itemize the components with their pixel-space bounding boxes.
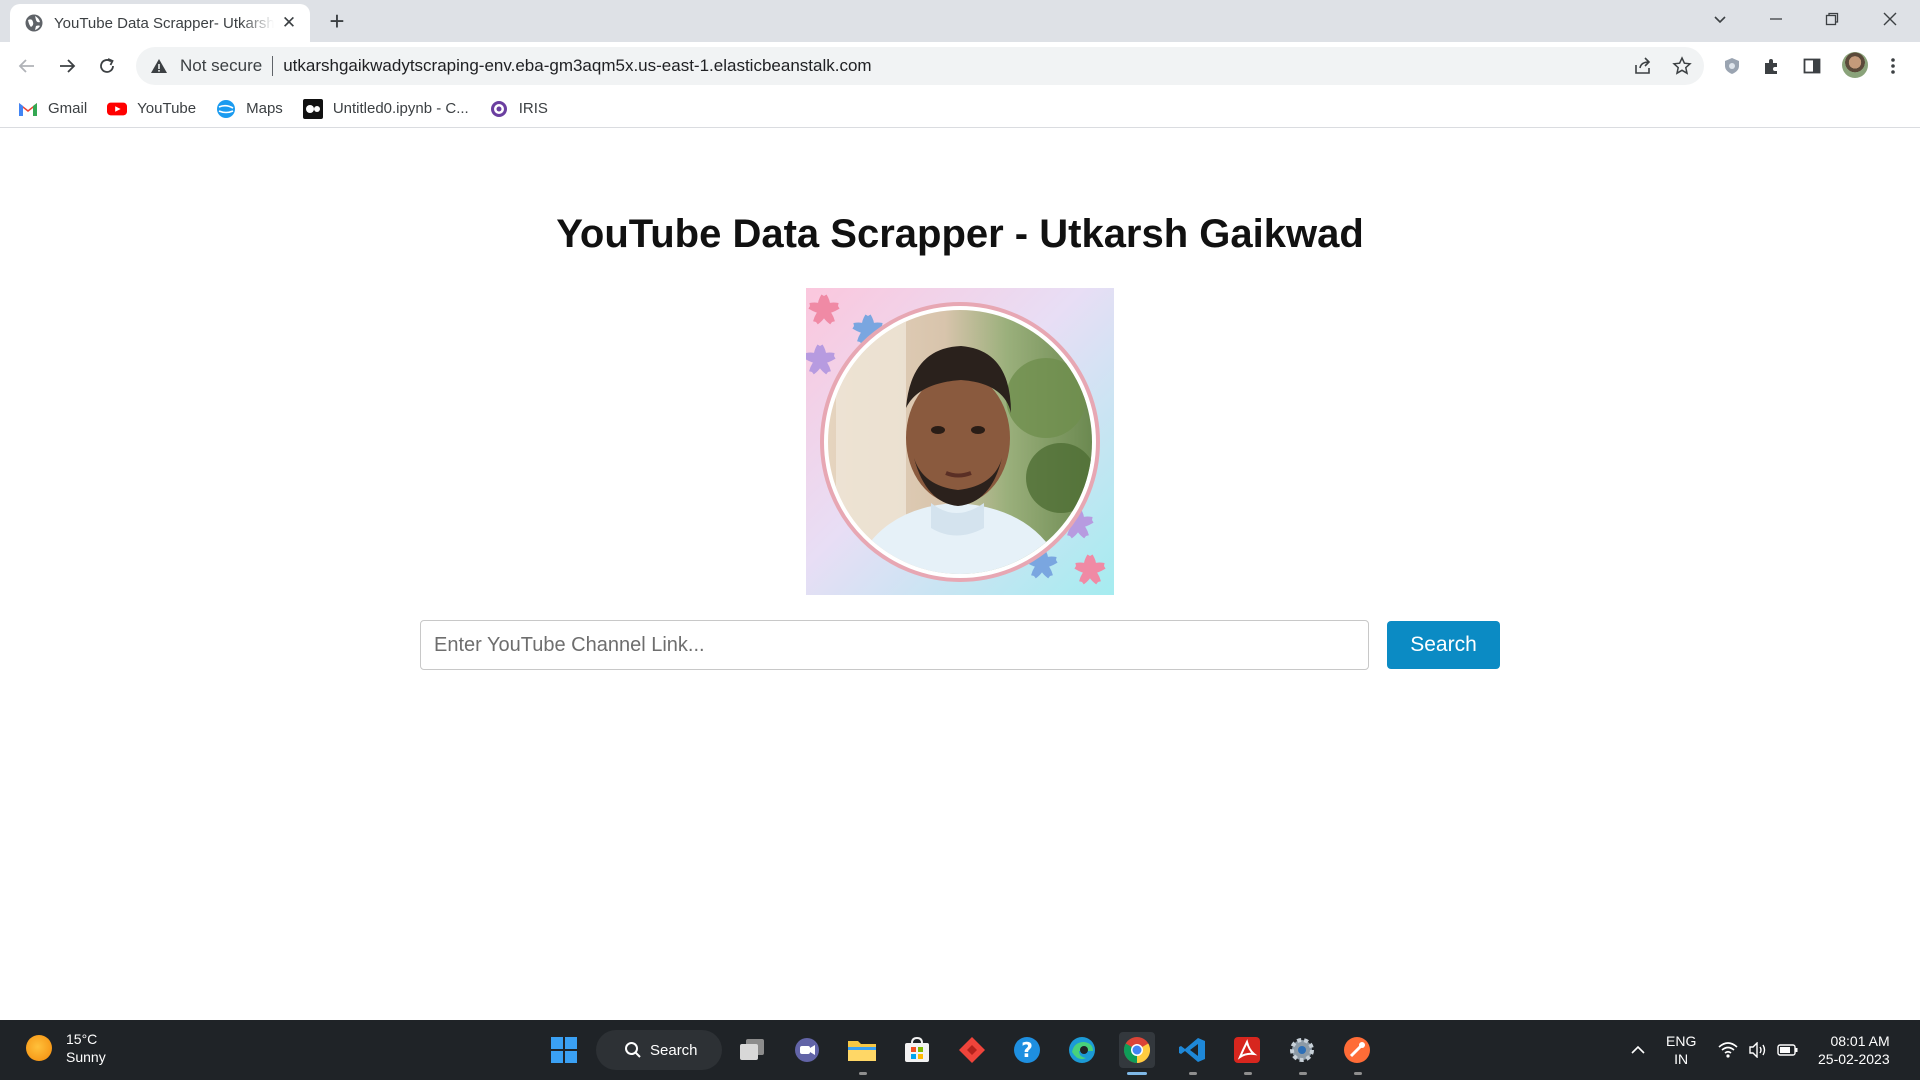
language-indicator[interactable]: ENG IN <box>1666 1032 1696 1068</box>
wifi-icon[interactable] <box>1716 1032 1740 1068</box>
running-indicator <box>1244 1072 1252 1075</box>
channel-link-input[interactable] <box>420 620 1369 670</box>
tab-strip: YouTube Data Scrapper- Utkarsh Gaikwad ✕… <box>0 0 1920 42</box>
browser-tab[interactable]: YouTube Data Scrapper- Utkarsh Gaikwad ✕ <box>10 4 310 42</box>
taskbar-search-label: Search <box>650 1041 698 1059</box>
sun-icon <box>26 1035 52 1061</box>
new-tab-icon[interactable]: + <box>323 8 351 36</box>
tray-chevron-up-icon[interactable] <box>1628 1032 1648 1068</box>
reload-icon[interactable] <box>91 50 123 82</box>
side-panel-icon[interactable] <box>1796 50 1828 82</box>
bookmark-iris[interactable]: IRIS <box>489 99 548 119</box>
microsoft-store-icon[interactable] <box>899 1032 935 1068</box>
taskbar-search[interactable]: Search <box>596 1030 722 1070</box>
address-bar[interactable]: Not secure utkarshgaikwadytscraping-env.… <box>136 47 1704 85</box>
battery-icon[interactable] <box>1776 1032 1800 1068</box>
address-separator <box>272 56 274 76</box>
acrobat-reader-icon[interactable] <box>1229 1032 1265 1068</box>
vscode-icon[interactable] <box>1174 1032 1210 1068</box>
task-view-icon[interactable] <box>734 1032 770 1068</box>
running-indicator <box>859 1072 867 1075</box>
profile-avatar[interactable] <box>1842 52 1868 78</box>
bookmark-label: Maps <box>246 100 283 117</box>
anydesk-icon[interactable] <box>954 1032 990 1068</box>
svg-text:?: ? <box>1021 1038 1033 1062</box>
file-explorer-icon[interactable] <box>844 1032 880 1068</box>
teams-chat-icon[interactable] <box>789 1032 825 1068</box>
clock-time: 08:01 AM <box>1830 1033 1890 1049</box>
more-menu-icon[interactable] <box>1877 50 1909 82</box>
bookmark-star-icon[interactable] <box>1666 50 1698 82</box>
bookmark-label: YouTube <box>137 100 197 117</box>
maps-icon <box>216 99 236 119</box>
tab-close-icon[interactable]: ✕ <box>278 13 300 33</box>
language-line1: ENG <box>1666 1033 1697 1049</box>
running-indicator <box>1299 1072 1307 1075</box>
portrait <box>828 310 1092 574</box>
restore-icon[interactable] <box>1804 0 1860 38</box>
security-label[interactable]: Not secure <box>180 56 262 76</box>
system-clock[interactable]: 08:01 AM 25-02-2023 <box>1818 1032 1890 1068</box>
bookmark-youtube[interactable]: YouTube <box>107 99 196 119</box>
profile-photo <box>806 288 1114 595</box>
minimize-icon[interactable] <box>1748 0 1804 38</box>
colab-icon <box>302 98 323 119</box>
chrome-browser-icon[interactable] <box>1119 1032 1155 1068</box>
active-indicator <box>1127 1072 1147 1075</box>
gmail-icon <box>18 99 38 119</box>
bookmark-maps[interactable]: Maps <box>216 99 283 119</box>
bookmark-label: Gmail <box>48 100 88 117</box>
volume-icon[interactable] <box>1746 1032 1770 1068</box>
edge-browser-icon[interactable] <box>1064 1032 1100 1068</box>
share-icon[interactable] <box>1627 50 1659 82</box>
running-indicator <box>1189 1072 1197 1075</box>
browser-toolbar: Not secure utkarshgaikwadytscraping-env.… <box>0 42 1920 90</box>
search-button[interactable]: Search <box>1387 621 1500 669</box>
globe-icon <box>25 14 43 32</box>
windows-taskbar: 15°C Sunny Search ? ENG IN 08:01 AM 25-0… <box>0 1020 1920 1080</box>
postman-icon[interactable] <box>1339 1032 1375 1068</box>
search-icon <box>625 1042 641 1058</box>
windows-start-icon[interactable] <box>546 1032 582 1068</box>
warning-icon <box>151 59 167 73</box>
bookmarks-bar: Gmail YouTube Maps Untitled0.ipynb - C..… <box>0 90 1920 128</box>
settings-gear-icon[interactable] <box>1284 1032 1320 1068</box>
youtube-icon <box>107 99 128 119</box>
shield-extension-icon[interactable] <box>1716 50 1748 82</box>
running-indicator <box>1354 1072 1362 1075</box>
page-title: YouTube Data Scrapper - Utkarsh Gaikwad <box>556 212 1364 256</box>
bookmark-colab[interactable]: Untitled0.ipynb - C... <box>302 98 469 119</box>
close-window-icon[interactable] <box>1862 0 1918 38</box>
iris-icon <box>489 99 509 119</box>
tab-search-chevron-icon[interactable] <box>1692 0 1748 38</box>
extensions-puzzle-icon[interactable] <box>1756 50 1788 82</box>
url-text[interactable]: utkarshgaikwadytscraping-env.eba-gm3aqm5… <box>283 56 871 76</box>
bookmark-label: Untitled0.ipynb - C... <box>332 100 469 117</box>
bookmark-gmail[interactable]: Gmail <box>18 99 87 119</box>
back-arrow-icon[interactable] <box>11 50 43 82</box>
forward-arrow-icon[interactable] <box>51 50 83 82</box>
tab-title: YouTube Data Scrapper- Utkarsh Gaikwad <box>54 14 274 32</box>
language-line2: IN <box>1674 1051 1689 1067</box>
bookmark-label: IRIS <box>518 100 548 117</box>
clock-date: 25-02-2023 <box>1818 1051 1890 1067</box>
weather-widget[interactable]: 15°C Sunny <box>26 1030 106 1066</box>
weather-condition: Sunny <box>66 1049 106 1065</box>
help-icon[interactable]: ? <box>1009 1032 1045 1068</box>
weather-temperature: 15°C <box>66 1031 98 1047</box>
